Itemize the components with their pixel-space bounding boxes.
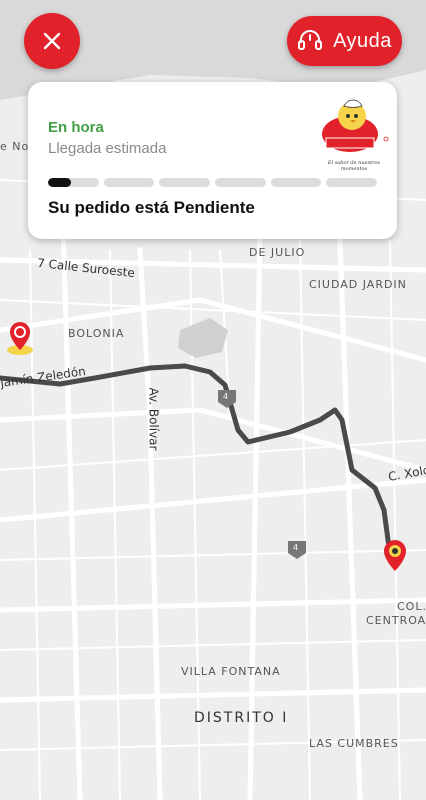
progress-segment-1: [48, 178, 99, 187]
order-status-text: Su pedido está Pendiente: [48, 198, 255, 217]
map-label: VILLA FONTANA: [181, 665, 281, 678]
progress-segment-4: [215, 178, 266, 187]
highway-shield-label: 4: [223, 392, 229, 401]
eta-label: Llegada estimada: [48, 140, 167, 157]
map-label: LAS CUMBRES: [309, 737, 399, 750]
map-label: CIUDAD JARDIN: [309, 278, 407, 291]
progress-segment-6: [326, 178, 378, 187]
map-label: Av. Bolívar: [146, 387, 161, 451]
close-icon: [43, 32, 61, 50]
delivery-progress: [48, 178, 378, 187]
headset-icon: [298, 30, 323, 50]
highway-shield-label: 4: [293, 543, 299, 552]
map-label: COL.: [397, 600, 426, 613]
close-button[interactable]: [24, 13, 80, 69]
progress-segment-5: [270, 178, 322, 187]
status-text: En hora: [48, 119, 104, 136]
help-button[interactable]: Ayuda: [287, 16, 402, 66]
progress-segment-3: [159, 178, 211, 187]
logo-tagline: El sabor de nuestros momentos: [327, 160, 381, 172]
brand-logo: El sabor de nuestros momentos: [314, 98, 394, 172]
map-label: DE JULIO: [249, 246, 306, 259]
order-status-card: En hora Llegada estimada El sabor de nue…: [28, 82, 397, 239]
progress-segment-2: [103, 178, 155, 187]
map-label: DISTRITO I: [194, 710, 289, 726]
map-label: CENTROAM: [366, 614, 426, 627]
map-label: BOLONIA: [68, 327, 125, 340]
help-label: Ayuda: [333, 29, 392, 52]
